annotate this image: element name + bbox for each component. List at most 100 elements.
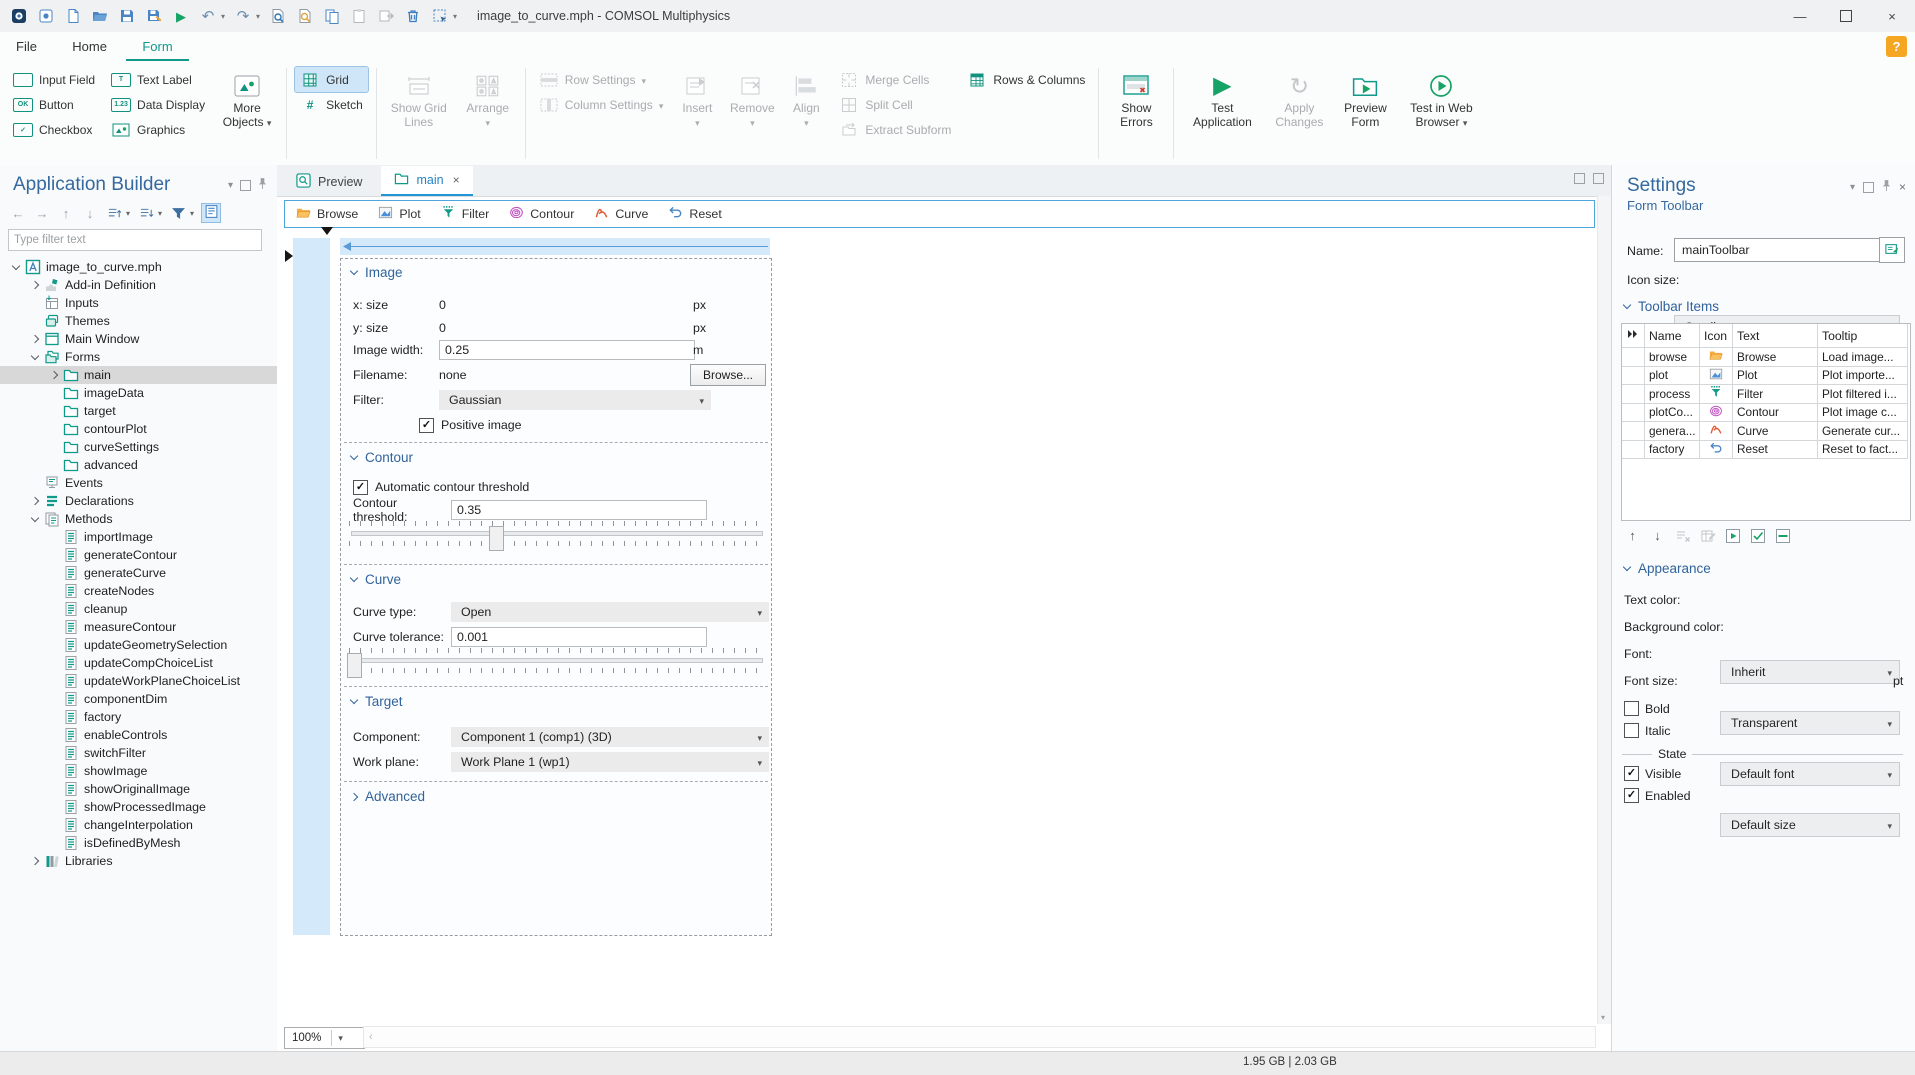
grid-column-highlight[interactable] [293,238,330,935]
italic-checkbox[interactable] [1624,723,1639,738]
move-up-icon[interactable]: ↑ [58,205,74,221]
column-settings-button[interactable]: Column Settings [534,92,669,117]
caret-down-icon[interactable]: ▾ [256,12,260,21]
maximize-editor-icon[interactable] [1593,173,1604,184]
tab-preview[interactable]: Preview [283,168,375,196]
tab-file[interactable]: File [0,32,53,59]
redo-icon[interactable]: ↷ [234,7,252,25]
show-grid-lines-button[interactable]: Show Grid Lines [385,67,453,130]
enabled-checkbox[interactable]: ✓ [1624,788,1639,803]
item-name-cell[interactable]: factory [1645,440,1700,459]
row-select-cell[interactable] [1622,366,1645,385]
remove-button[interactable]: Remove [726,67,778,130]
form-toolbar-button-reset[interactable]: Reset [668,205,722,223]
form-toolbar-button-browse[interactable]: Browse [296,205,358,223]
section-image[interactable]: Image [349,265,403,280]
toolbar-items-table[interactable]: Name Icon Text Tooltip browse Browse Load imag… [1621,323,1911,521]
tab-form[interactable]: Form [126,32,189,61]
find-replace-icon[interactable] [296,7,314,25]
tree-item-switchfilter[interactable]: switchFilter [0,744,277,762]
tab-main[interactable]: main × [381,166,473,196]
section-curve[interactable]: Curve [349,572,401,587]
add-toggle-item-icon[interactable] [1749,527,1766,544]
visible-checkbox[interactable]: ✓ [1624,766,1639,781]
image-width-input[interactable]: 0.25 [439,340,695,360]
search-doc-icon[interactable] [269,7,287,25]
apply-changes-button[interactable]: ↻ Apply Changes [1268,67,1330,130]
maximize-button[interactable] [1823,0,1869,32]
form-toolbar-button-contour[interactable]: Contour [509,205,574,223]
merge-cells-button[interactable]: Merge Cells [834,67,956,92]
model-manager-icon[interactable] [37,7,55,25]
item-name-cell[interactable]: plotCo... [1645,403,1700,422]
open-icon[interactable] [91,7,109,25]
text-label-button[interactable]: T Text Label [106,67,210,92]
row-select-cell[interactable] [1622,385,1645,404]
item-name-cell[interactable]: process [1645,385,1700,404]
item-tooltip-cell[interactable]: Plot importe... [1818,366,1908,385]
item-icon-cell[interactable] [1700,348,1733,367]
curve-tolerance-input[interactable]: 0.001 [451,627,707,647]
tree-item-enablecontrols[interactable]: enableControls [0,726,277,744]
tree-item-inputs[interactable]: Inputs [0,294,277,312]
form-toolbar-button-filter[interactable]: Filter [441,205,489,223]
sketch-mode-button[interactable]: # Sketch [295,92,368,117]
show-errors-button[interactable]: Show Errors [1107,67,1165,130]
tree-item-showoriginalimage[interactable]: showOriginalImage [0,780,277,798]
tree-filter-icon[interactable] [170,205,186,221]
move-down-icon[interactable]: ↓ [82,205,98,221]
tree-item-add-in-definition[interactable]: Add-in Definition [0,276,277,294]
expand-icon[interactable] [30,496,40,506]
collapse-icon[interactable] [11,261,21,270]
move-up-icon[interactable]: ↑ [1624,527,1641,544]
horizontal-scrollbar[interactable]: ‹ [363,1026,1596,1048]
tree-item-measurecontour[interactable]: measureContour [0,618,277,636]
text-color-combo[interactable]: Inherit [1720,660,1900,684]
form-toolbar-preview[interactable]: Browse Plot Filter Contour Curve Reset [284,200,1595,228]
caret-down-icon[interactable]: ▾ [1850,182,1855,193]
caret-down-icon[interactable]: ▾ [126,209,130,218]
copy-icon[interactable] [323,7,341,25]
item-tooltip-cell[interactable]: Plot image c... [1818,403,1908,422]
column-marker-icon[interactable] [321,227,333,235]
section-advanced[interactable]: Advanced [349,789,425,804]
component-combo[interactable]: Component 1 (comp1) (3D) [451,727,769,747]
paste-icon[interactable] [350,7,368,25]
tree-item-declarations[interactable]: Declarations [0,492,277,510]
tree-item-factory[interactable]: factory [0,708,277,726]
row-marker-icon[interactable] [285,250,293,262]
curve-tolerance-slider[interactable] [347,648,765,682]
auto-contour-checkbox[interactable]: ✓ [353,479,368,495]
tree-item-showimage[interactable]: showImage [0,762,277,780]
item-tooltip-cell[interactable]: Reset to fact... [1818,440,1908,459]
edit-row-icon[interactable] [1699,527,1716,544]
expand-icon[interactable] [30,856,40,866]
section-toolbar-items[interactable]: Toolbar Items [1622,299,1719,314]
section-appearance[interactable]: Appearance [1622,561,1711,576]
caret-down-icon[interactable]: ▾ [228,180,233,191]
row-select-cell[interactable] [1622,403,1645,422]
back-icon[interactable]: ← [10,205,26,221]
delete-row-icon[interactable] [1674,527,1691,544]
checkbox-object-button[interactable]: ✓ Checkbox [8,117,100,142]
item-text-cell[interactable]: Browse [1733,348,1818,367]
arrange-button[interactable]: Arrange [459,67,517,130]
preview-form-button[interactable]: Preview Form [1336,67,1394,130]
item-text-cell[interactable]: Reset [1733,440,1818,459]
item-icon-cell[interactable] [1700,440,1733,459]
delete-icon[interactable] [404,7,422,25]
caret-down-icon[interactable]: ▾ [221,12,225,21]
item-name-cell[interactable]: plot [1645,366,1700,385]
font-size-combo[interactable]: Default size [1720,813,1900,837]
item-tooltip-cell[interactable]: Plot filtered i... [1818,385,1908,404]
tree-item-isdefinedbymesh[interactable]: isDefinedByMesh [0,834,277,852]
tree-item-generatecurve[interactable]: generateCurve [0,564,277,582]
tree-item-updategeometryselection[interactable]: updateGeometrySelection [0,636,277,654]
test-application-button[interactable]: ▶ Test Application [1182,67,1262,130]
item-name-cell[interactable]: genera... [1645,422,1700,441]
tree-item-imagedata[interactable]: imageData [0,384,277,402]
font-combo[interactable]: Default font [1720,762,1900,786]
work-plane-combo[interactable]: Work Plane 1 (wp1) [451,752,769,772]
filter-combo[interactable]: Gaussian [439,390,711,410]
form-toolbar-button-plot[interactable]: Plot [378,205,421,223]
